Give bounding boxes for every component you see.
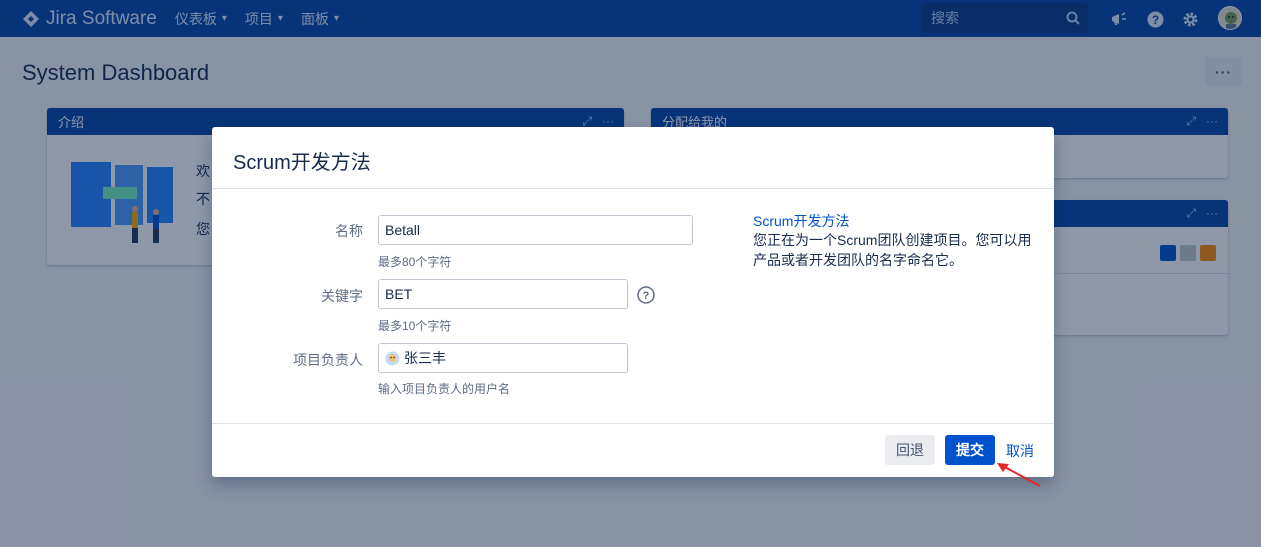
back-button[interactable]: 回退 <box>885 435 935 465</box>
cancel-button[interactable]: 取消 <box>1006 441 1034 461</box>
annotation-arrow-icon <box>997 463 1041 487</box>
lead-value: 张三丰 <box>404 350 446 366</box>
key-field[interactable]: BET <box>378 279 628 309</box>
key-hint: 最多10个字符 <box>378 319 452 333</box>
dialog-footer-divider <box>212 423 1054 424</box>
user-avatar-icon <box>385 351 400 365</box>
key-label: 关键字 <box>321 288 363 304</box>
name-field[interactable]: Betall <box>378 215 693 245</box>
lead-label: 项目负责人 <box>293 352 363 368</box>
name-hint: 最多80个字符 <box>378 255 452 269</box>
key-value: BET <box>385 286 413 302</box>
name-value: Betall <box>385 222 421 238</box>
lead-hint: 输入项目负责人的用户名 <box>378 382 511 396</box>
scrum-method-link[interactable]: Scrum开发方法 <box>753 211 849 231</box>
scrum-method-description: 您正在为一个Scrum团队创建项目。您可以用产品或者开发团队的名字命名它。 <box>753 232 1032 268</box>
svg-text:?: ? <box>643 290 650 302</box>
create-project-dialog: Scrum开发方法 名称 Betall 最多80个字符 关键字 BET ? 最多… <box>212 127 1054 477</box>
dialog-title: Scrum开发方法 <box>233 152 371 174</box>
submit-button[interactable]: 提交 <box>945 435 995 465</box>
dialog-header-divider <box>212 188 1054 189</box>
name-label: 名称 <box>335 223 363 239</box>
lead-field[interactable]: 张三丰 <box>378 343 628 373</box>
help-icon[interactable]: ? <box>637 286 655 304</box>
